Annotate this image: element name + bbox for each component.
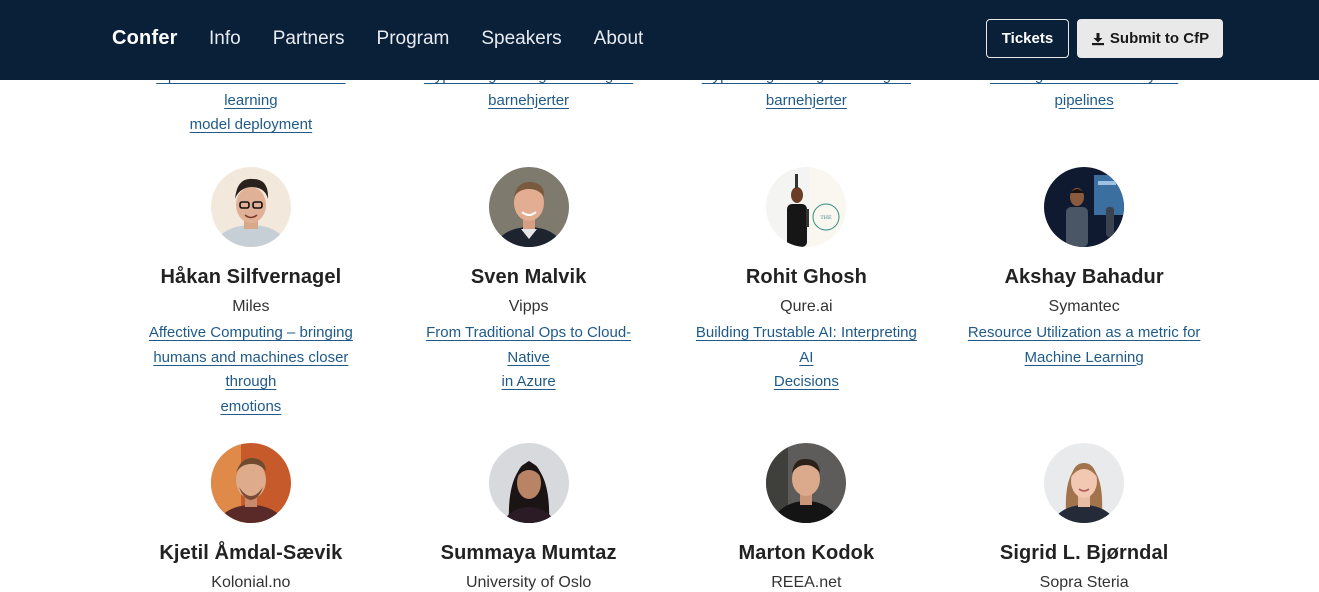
brand-logo[interactable]: Confer bbox=[112, 27, 178, 50]
speaker-avatar[interactable] bbox=[488, 443, 569, 523]
submit-cfp-button[interactable]: Submit to CfP bbox=[1077, 19, 1223, 58]
speaker-card: Kjetil Åmdal-Sævik Kolonial.no bbox=[112, 443, 390, 592]
speaker-company: Vipps bbox=[508, 298, 549, 315]
nav-links: Info Partners Program Speakers About bbox=[209, 28, 675, 50]
download-icon bbox=[1091, 32, 1105, 46]
nav-link-speakers[interactable]: Speakers bbox=[481, 28, 561, 50]
nav-link-info[interactable]: Info bbox=[209, 28, 241, 50]
nav-link-program[interactable]: Program bbox=[377, 28, 450, 50]
speaker-company: REEA.net bbox=[771, 574, 842, 591]
speaker-card: Akshay Bahadur Symantec Resource Utiliza… bbox=[945, 167, 1223, 419]
speaker-row: Kjetil Åmdal-Sævik Kolonial.no Summaya M… bbox=[112, 443, 1223, 592]
speaker-company: Miles bbox=[232, 298, 270, 315]
svg-text:THE: THE bbox=[821, 215, 833, 221]
talk-link[interactable]: From Traditional Ops to Cloud-Native in A… bbox=[404, 321, 654, 395]
speaker-card: Marton Kodok REEA.net bbox=[668, 443, 946, 592]
nav-link-partners[interactable]: Partners bbox=[273, 28, 345, 50]
speaker-company: Sopra Steria bbox=[1039, 574, 1129, 591]
speaker-name: Håkan Silfvernagel bbox=[160, 266, 342, 288]
speaker-avatar[interactable]: THE bbox=[766, 167, 847, 247]
speaker-card: Sigrid L. Bjørndal Sopra Steria bbox=[945, 443, 1223, 592]
speaker-avatar[interactable] bbox=[1044, 443, 1125, 523]
speaker-avatar[interactable] bbox=[488, 167, 569, 247]
speaker-name: Akshay Bahadur bbox=[1004, 266, 1164, 288]
speaker-avatar[interactable] bbox=[210, 443, 291, 523]
speaker-card: THE Rohit Ghosh Qure.ai Building Trustab… bbox=[668, 167, 946, 419]
speaker-card: Summaya Mumtaz University of Oslo bbox=[390, 443, 668, 592]
nav-link-about[interactable]: About bbox=[594, 28, 644, 50]
tickets-button[interactable]: Tickets bbox=[986, 19, 1069, 58]
submit-cfp-label: Submit to CfP bbox=[1109, 30, 1210, 47]
speaker-company: University of Oslo bbox=[465, 574, 592, 591]
speaker-avatar[interactable] bbox=[1044, 167, 1125, 247]
speaker-name: Kjetil Åmdal-Sævik bbox=[159, 542, 343, 564]
talk-link[interactable]: Building Trustable AI: Interpreting AI De… bbox=[681, 321, 931, 395]
speaker-company: Symantec bbox=[1048, 298, 1120, 315]
speaker-card: Sven Malvik Vipps From Traditional Ops t… bbox=[390, 167, 668, 419]
speaker-row: Håkan Silfvernagel Miles Affective Compu… bbox=[112, 167, 1223, 419]
speaker-company: Kolonial.no bbox=[211, 574, 291, 591]
speaker-name: Summaya Mumtaz bbox=[440, 542, 617, 564]
speakers-page: Open standards for machine learningmodel… bbox=[0, 0, 1319, 592]
talk-link[interactable]: Affective Computing – bringing humans and… bbox=[126, 321, 376, 419]
speaker-name: Sven Malvik bbox=[470, 266, 587, 288]
talk-link[interactable]: Resource Utilization as a metric for Mach… bbox=[959, 321, 1209, 370]
speaker-card: Håkan Silfvernagel Miles Affective Compu… bbox=[112, 167, 390, 419]
navbar: Confer Info Partners Program Speakers Ab… bbox=[0, 0, 1319, 80]
speaker-avatar[interactable] bbox=[210, 167, 291, 247]
speaker-company: Qure.ai bbox=[780, 298, 833, 315]
speaker-name: Marton Kodok bbox=[738, 542, 875, 564]
speaker-name: Sigrid L. Bjørndal bbox=[999, 542, 1169, 564]
speaker-avatar[interactable] bbox=[766, 443, 847, 523]
speaker-name: Rohit Ghosh bbox=[745, 266, 867, 288]
